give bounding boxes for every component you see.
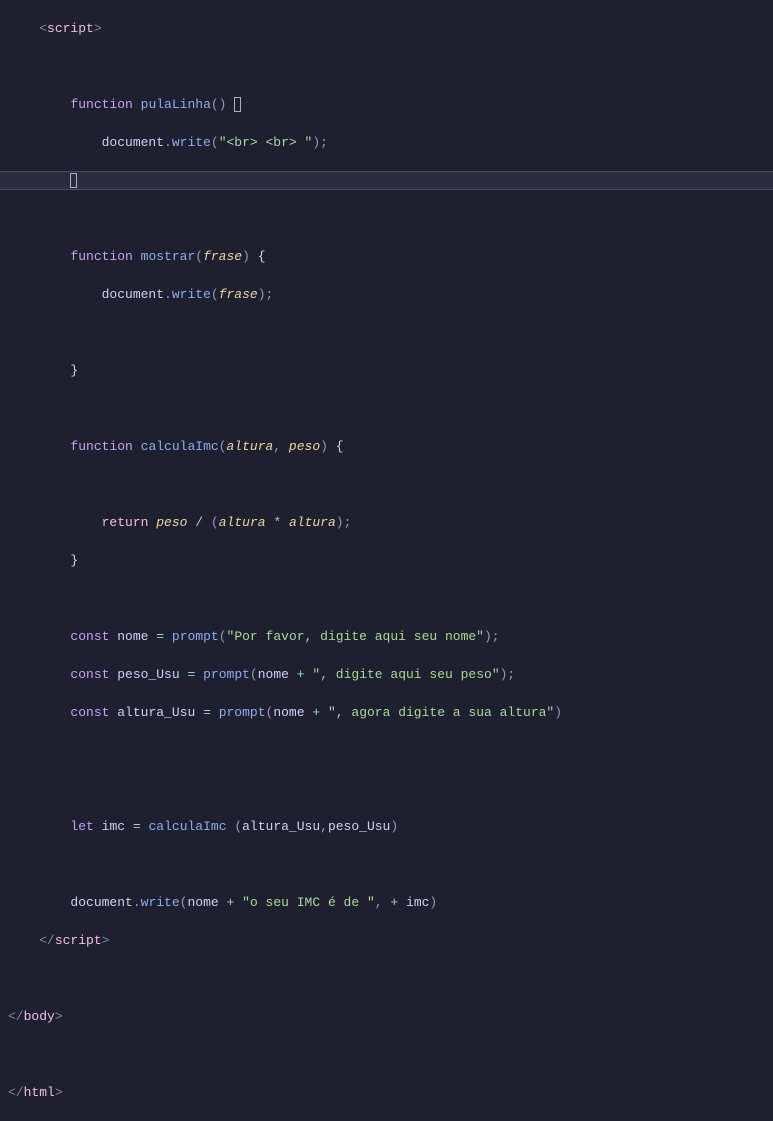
- keyword-const: const: [70, 667, 109, 682]
- cursor-bracket-close: [70, 173, 77, 188]
- code-line: }: [0, 551, 773, 570]
- code-line: let imc = calculaImc (altura_Usu,peso_Us…: [0, 817, 773, 836]
- keyword-function: function: [70, 97, 132, 112]
- var-peso-usu: peso_Usu: [117, 667, 179, 682]
- param-peso: peso: [289, 439, 320, 454]
- code-line: [0, 855, 773, 874]
- arg-nome: nome: [258, 667, 289, 682]
- code-line: [0, 209, 773, 228]
- obj-document: document: [70, 895, 132, 910]
- string-imc-msg: "o seu IMC é de ": [242, 895, 375, 910]
- call-calculaImc: calculaImc: [148, 819, 226, 834]
- keyword-const: const: [70, 705, 109, 720]
- tag-open-script: script: [47, 21, 94, 36]
- code-line: </script>: [0, 931, 773, 950]
- code-line: </body>: [0, 1007, 773, 1026]
- var-nome: nome: [117, 629, 148, 644]
- code-line: [0, 399, 773, 418]
- code-line: [0, 475, 773, 494]
- code-line: </html>: [0, 1083, 773, 1102]
- obj-document: document: [102, 135, 164, 150]
- var-altura: altura: [219, 515, 266, 530]
- arg-frase: frase: [219, 287, 258, 302]
- call-prompt: prompt: [172, 629, 219, 644]
- keyword-let: let: [70, 819, 93, 834]
- string-prompt-peso: ", digite aqui seu peso": [312, 667, 499, 682]
- code-line: const nome = prompt("Por favor, digite a…: [0, 627, 773, 646]
- code-line: const altura_Usu = prompt(nome + ", agor…: [0, 703, 773, 722]
- var-altura-usu: altura_Usu: [117, 705, 195, 720]
- code-line: [0, 57, 773, 76]
- code-line: document.write("<br> <br> ");: [0, 133, 773, 152]
- cursor-bracket-open: [234, 97, 241, 112]
- function-calculaImc: calculaImc: [141, 439, 219, 454]
- arg-imc: imc: [406, 895, 429, 910]
- keyword-return: return: [102, 515, 149, 530]
- code-line: function pulaLinha(): [0, 95, 773, 114]
- code-line: document.write(nome + "o seu IMC é de ",…: [0, 893, 773, 912]
- call-prompt: prompt: [203, 667, 250, 682]
- call-prompt: prompt: [219, 705, 266, 720]
- keyword-const: const: [70, 629, 109, 644]
- var-altura: altura: [289, 515, 336, 530]
- arg-nome: nome: [273, 705, 304, 720]
- code-line: [0, 741, 773, 760]
- code-line: const peso_Usu = prompt(nome + ", digite…: [0, 665, 773, 684]
- code-line: [0, 1045, 773, 1064]
- arg-peso-usu: peso_Usu: [328, 819, 390, 834]
- code-line: [0, 323, 773, 342]
- function-mostrar: mostrar: [141, 249, 196, 264]
- arg-altura-usu: altura_Usu: [242, 819, 320, 834]
- obj-document: document: [102, 287, 164, 302]
- code-line: function mostrar(frase) {: [0, 247, 773, 266]
- method-write: write: [172, 135, 211, 150]
- code-line: [0, 589, 773, 608]
- arg-nome: nome: [187, 895, 218, 910]
- code-line: <script>: [0, 19, 773, 38]
- string-prompt-altura: ", agora digite a sua altura": [328, 705, 554, 720]
- tag-close-body: body: [24, 1009, 55, 1024]
- string-br: "<br> <br> ": [219, 135, 313, 150]
- code-editor[interactable]: <script> function pulaLinha() document.w…: [0, 0, 773, 1121]
- method-write: write: [141, 895, 180, 910]
- string-prompt-nome: "Por favor, digite aqui seu nome": [227, 629, 484, 644]
- keyword-function: function: [70, 249, 132, 264]
- param-frase: frase: [203, 249, 242, 264]
- code-line: function calculaImc(altura, peso) {: [0, 437, 773, 456]
- code-line: }: [0, 361, 773, 380]
- tag-close-html: html: [24, 1085, 55, 1100]
- code-line: return peso / (altura * altura);: [0, 513, 773, 532]
- code-line: document.write(frase);: [0, 285, 773, 304]
- method-write: write: [172, 287, 211, 302]
- tag-close-script: script: [55, 933, 102, 948]
- var-peso: peso: [156, 515, 187, 530]
- keyword-function: function: [70, 439, 132, 454]
- function-pulaLinha: pulaLinha: [141, 97, 211, 112]
- var-imc: imc: [102, 819, 125, 834]
- code-line: [0, 779, 773, 798]
- code-line-highlighted: [0, 171, 773, 190]
- param-altura: altura: [226, 439, 273, 454]
- code-line: [0, 969, 773, 988]
